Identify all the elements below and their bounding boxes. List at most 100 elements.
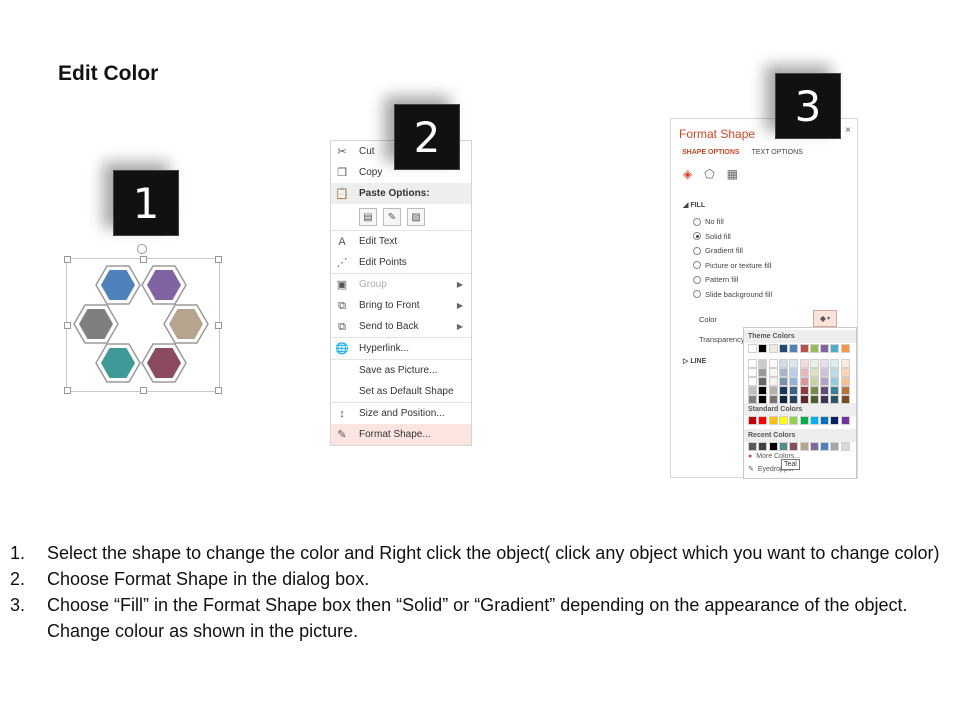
theme-color-swatch[interactable] xyxy=(758,395,768,404)
theme-color-swatch[interactable] xyxy=(830,386,840,395)
menu-item-size-and-position[interactable]: ↕ Size and Position... xyxy=(331,402,471,424)
recent-color-swatch[interactable] xyxy=(840,442,850,451)
theme-color-swatch[interactable] xyxy=(768,386,778,395)
line-section-header[interactable]: ▷ LINE xyxy=(683,357,706,365)
theme-color-swatch[interactable] xyxy=(758,344,768,353)
theme-color-swatch[interactable] xyxy=(799,344,809,353)
theme-color-swatch[interactable] xyxy=(789,344,799,353)
theme-color-swatch[interactable] xyxy=(778,386,788,395)
standard-color-swatch[interactable] xyxy=(768,416,778,425)
theme-color-swatch[interactable] xyxy=(799,386,809,395)
selected-shape-group[interactable] xyxy=(64,256,222,394)
size-properties-icon[interactable]: ▦ xyxy=(727,167,738,181)
fill-option-gradient-fill[interactable]: Gradient fill xyxy=(693,246,743,255)
theme-color-swatch[interactable] xyxy=(768,368,778,377)
rotate-handle[interactable] xyxy=(137,244,147,254)
theme-color-swatch[interactable] xyxy=(840,359,850,368)
theme-color-swatch[interactable] xyxy=(748,377,757,386)
theme-color-swatch[interactable] xyxy=(820,368,830,377)
recent-color-swatch[interactable] xyxy=(768,442,778,451)
close-icon[interactable]: × xyxy=(845,125,851,136)
radio-button[interactable] xyxy=(693,217,701,226)
theme-color-swatch[interactable] xyxy=(789,377,799,386)
theme-color-swatch[interactable] xyxy=(748,368,757,377)
recent-color-swatch[interactable] xyxy=(789,442,799,451)
tab-shape-options[interactable]: SHAPE OPTIONS xyxy=(682,149,740,156)
theme-color-swatch[interactable] xyxy=(830,395,840,404)
theme-color-swatch[interactable] xyxy=(758,368,768,377)
radio-button[interactable] xyxy=(693,232,701,240)
theme-color-swatch[interactable] xyxy=(768,359,778,368)
standard-color-swatch[interactable] xyxy=(840,416,850,425)
theme-color-swatch[interactable] xyxy=(758,359,768,368)
theme-color-swatch[interactable] xyxy=(789,395,799,404)
theme-color-swatch[interactable] xyxy=(809,386,819,395)
fill-option-pattern-fill[interactable]: Pattern fill xyxy=(693,275,738,284)
theme-color-swatch[interactable] xyxy=(830,377,840,386)
menu-item-edit-text[interactable]: A Edit Text xyxy=(331,230,471,252)
standard-color-swatch[interactable] xyxy=(799,416,809,425)
theme-color-swatch[interactable] xyxy=(799,395,809,404)
theme-color-swatch[interactable] xyxy=(789,386,799,395)
menu-item-hyperlink[interactable]: 🌐 Hyperlink... xyxy=(331,337,471,359)
radio-button[interactable] xyxy=(693,275,701,284)
recent-color-swatch[interactable] xyxy=(809,442,819,451)
color-picker-button[interactable]: ◆ ▾ xyxy=(813,310,837,327)
menu-item-group[interactable]: ▣ Group ▶ xyxy=(331,273,471,295)
theme-color-swatch[interactable] xyxy=(748,344,757,353)
radio-button[interactable] xyxy=(693,246,701,255)
paste-keep-formatting-icon[interactable]: ▤ xyxy=(359,208,377,226)
standard-color-swatch[interactable] xyxy=(778,416,788,425)
theme-color-swatch[interactable] xyxy=(748,386,757,395)
theme-color-swatch[interactable] xyxy=(809,368,819,377)
standard-color-swatch[interactable] xyxy=(830,416,840,425)
recent-color-swatch[interactable] xyxy=(748,442,757,451)
paste-picture-icon[interactable]: ▨ xyxy=(407,208,425,226)
fill-option-picture-or-texture-fill[interactable]: Picture or texture fill xyxy=(693,261,771,270)
theme-color-swatch[interactable] xyxy=(820,377,830,386)
fill-section-header[interactable]: ◢ FILL xyxy=(683,201,705,209)
theme-color-swatch[interactable] xyxy=(840,368,850,377)
theme-color-swatch[interactable] xyxy=(809,377,819,386)
tab-text-options[interactable]: TEXT OPTIONS xyxy=(752,149,803,156)
theme-color-swatch[interactable] xyxy=(789,359,799,368)
theme-color-swatch[interactable] xyxy=(799,377,809,386)
radio-button[interactable] xyxy=(693,290,701,298)
theme-color-swatch[interactable] xyxy=(820,344,830,353)
standard-color-swatch[interactable] xyxy=(758,416,768,425)
theme-color-swatch[interactable] xyxy=(840,395,850,404)
theme-color-swatch[interactable] xyxy=(820,359,830,368)
recent-color-swatch[interactable] xyxy=(830,442,840,451)
theme-color-swatch[interactable] xyxy=(778,344,788,353)
theme-color-swatch[interactable] xyxy=(758,377,768,386)
standard-color-swatch[interactable] xyxy=(748,416,757,425)
paste-format-icon[interactable]: ✎ xyxy=(383,208,401,226)
theme-color-swatch[interactable] xyxy=(778,377,788,386)
theme-color-swatch[interactable] xyxy=(789,368,799,377)
fill-option-slide-background-fill[interactable]: Slide background fill xyxy=(693,290,772,299)
recent-color-swatch[interactable] xyxy=(799,442,809,451)
theme-color-swatch[interactable] xyxy=(830,359,840,368)
theme-color-swatch[interactable] xyxy=(840,344,850,353)
theme-color-swatch[interactable] xyxy=(840,386,850,395)
theme-color-swatch[interactable] xyxy=(778,368,788,377)
theme-color-swatch[interactable] xyxy=(768,377,778,386)
menu-item-bring-to-front[interactable]: ⧉ Bring to Front ▶ xyxy=(331,295,471,316)
theme-color-swatch[interactable] xyxy=(778,359,788,368)
fill-option-solid-fill[interactable]: Solid fill xyxy=(693,232,731,241)
theme-color-swatch[interactable] xyxy=(840,377,850,386)
fill-line-icon[interactable]: ◈ xyxy=(683,167,692,181)
theme-color-swatch[interactable] xyxy=(820,386,830,395)
menu-item-format-shape[interactable]: ✎ Format Shape... xyxy=(331,424,471,445)
theme-color-swatch[interactable] xyxy=(778,395,788,404)
standard-color-swatch[interactable] xyxy=(820,416,830,425)
theme-color-swatch[interactable] xyxy=(809,359,819,368)
theme-color-swatch[interactable] xyxy=(768,395,778,404)
theme-color-swatch[interactable] xyxy=(748,359,757,368)
theme-color-swatch[interactable] xyxy=(799,359,809,368)
theme-color-swatch[interactable] xyxy=(830,368,840,377)
standard-color-swatch[interactable] xyxy=(789,416,799,425)
radio-button[interactable] xyxy=(693,261,701,269)
menu-item-edit-points[interactable]: ⋰ Edit Points xyxy=(331,252,471,273)
theme-color-swatch[interactable] xyxy=(830,344,840,353)
